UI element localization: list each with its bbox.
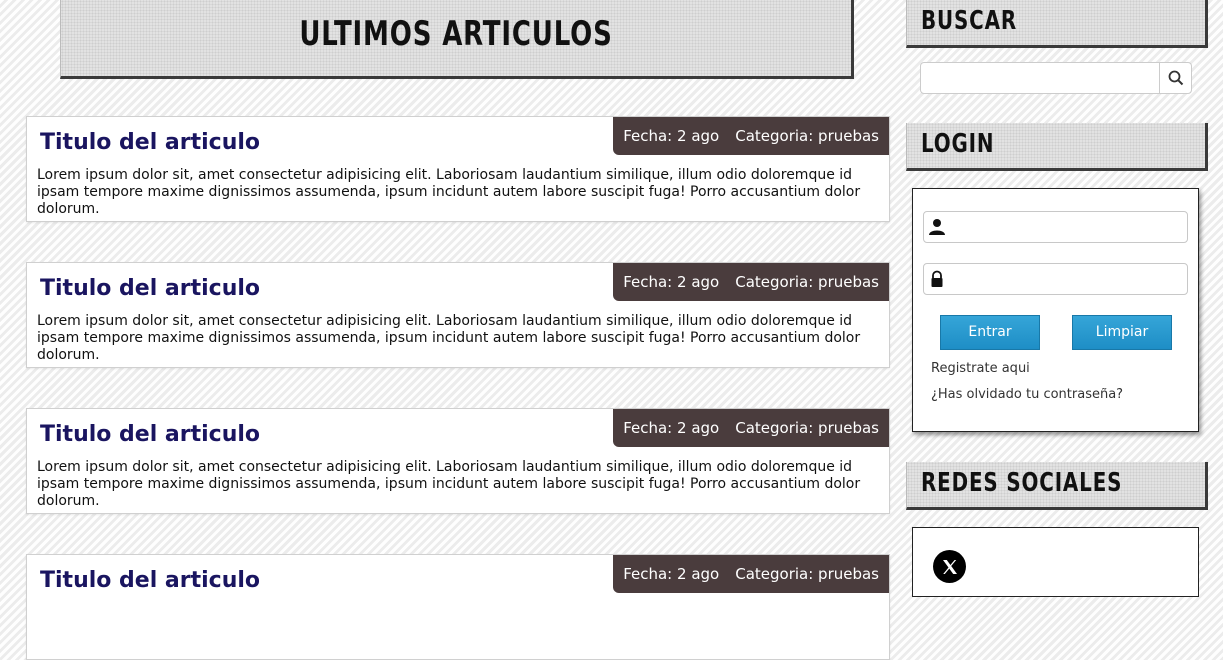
article-meta: Fecha: 2 ago Categoria: pruebas [613,117,889,155]
search-icon [1168,70,1183,86]
article-title[interactable]: Titulo del articulo [40,276,260,301]
article-meta: Fecha: 2 ago Categoria: pruebas [613,263,889,301]
social-panel [912,527,1199,597]
article-card: Titulo del articulo Fecha: 2 ago Categori… [26,554,890,660]
login-panel: Entrar Limpiar Registrate aqui ¿Has olvi… [912,188,1199,432]
article-body: Lorem ipsum dolor sit, amet consectetur … [37,167,861,217]
article-meta: Fecha: 2 ago Categoria: pruebas [613,555,889,593]
login-heading-box: LOGIN [906,123,1208,171]
page-title: ULTIMOS ARTICULOS [299,14,613,54]
search-heading-box: BUSCAR [906,0,1208,48]
search-input[interactable] [921,63,1159,93]
search-button[interactable] [1159,63,1191,93]
article-date: Fecha: 2 ago [623,273,720,291]
article-category[interactable]: Categoria: pruebas [735,565,879,583]
article-date: Fecha: 2 ago [623,565,720,583]
x-icon[interactable] [933,550,966,583]
forgot-password-link[interactable]: ¿Has olvidado tu contraseña? [931,387,1123,402]
password-input[interactable] [954,264,1183,296]
article-body: Lorem ipsum dolor sit, amet consectetur … [37,313,861,363]
article-category[interactable]: Categoria: pruebas [735,273,879,291]
article-category[interactable]: Categoria: pruebas [735,419,879,437]
article-title[interactable]: Titulo del articulo [40,130,260,155]
article-date: Fecha: 2 ago [623,419,720,437]
article-meta: Fecha: 2 ago Categoria: pruebas [613,409,889,447]
article-title[interactable]: Titulo del articulo [40,422,260,447]
article-date: Fecha: 2 ago [623,127,720,145]
article-body: Lorem ipsum dolor sit, amet consectetur … [37,459,861,509]
article-card: Titulo del articulo Fecha: 2 ago Categori… [26,116,890,222]
password-field-box [923,263,1188,296]
login-button[interactable]: Entrar [940,315,1040,350]
article-card: Titulo del articulo Fecha: 2 ago Categori… [26,408,890,514]
clear-button[interactable]: Limpiar [1072,315,1172,350]
register-link[interactable]: Registrate aqui [931,361,1030,376]
article-card: Titulo del articulo Fecha: 2 ago Categori… [26,262,890,368]
lock-icon [931,270,943,287]
social-heading-box: REDES SOCIALES [906,462,1208,510]
article-category[interactable]: Categoria: pruebas [735,127,879,145]
social-heading: REDES SOCIALES [921,468,1123,498]
search-heading: BUSCAR [921,6,1018,36]
username-input[interactable] [954,212,1183,244]
x-logo-glyph [942,559,957,574]
login-heading: LOGIN [921,129,995,159]
main-heading-box: ULTIMOS ARTICULOS [60,0,854,79]
article-title[interactable]: Titulo del articulo [40,568,260,593]
username-field-box [923,211,1188,244]
search-box [920,62,1192,94]
user-icon [929,219,945,235]
